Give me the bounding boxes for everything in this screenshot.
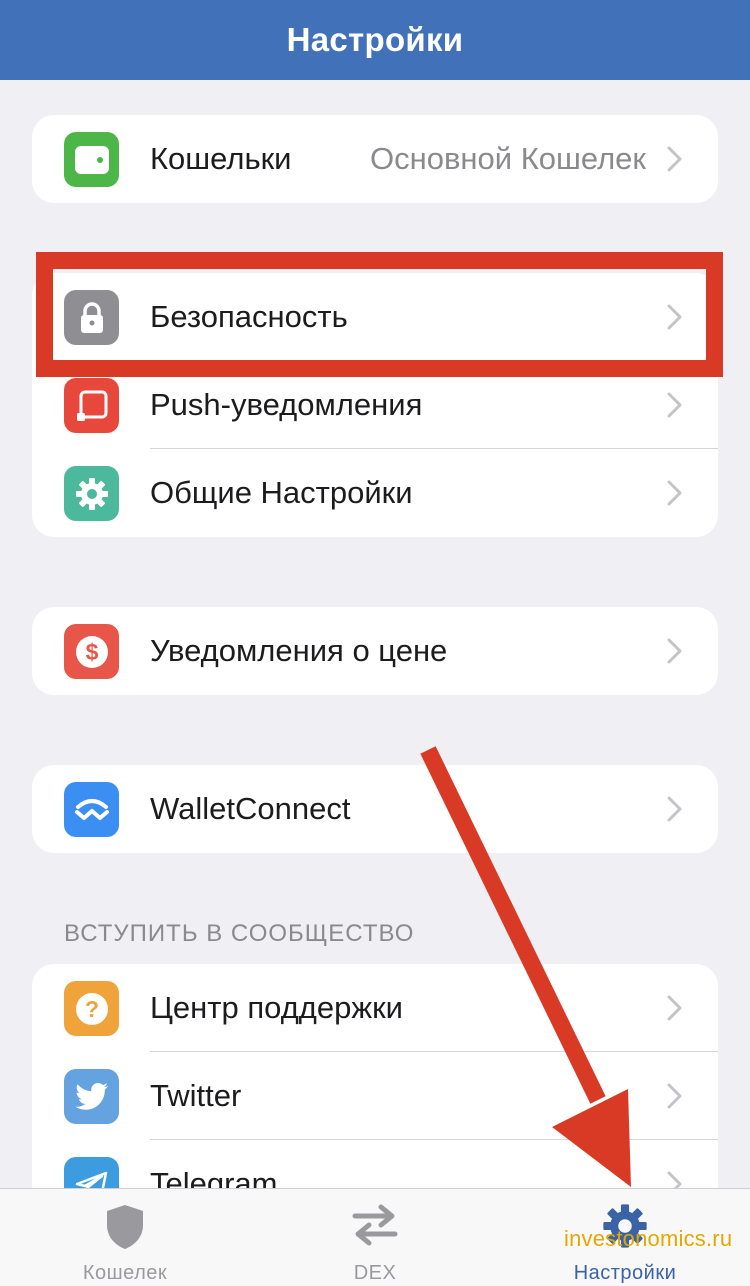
chevron-right-icon <box>667 146 682 172</box>
tab-settings-label: Настройки <box>573 1262 677 1284</box>
settings-row-walletconnect[interactable]: WalletConnect <box>32 765 718 853</box>
gear-icon <box>64 466 119 521</box>
walletconnect-card: WalletConnect <box>32 765 718 853</box>
push-notification-icon <box>64 378 119 433</box>
support-label: Центр поддержки <box>150 990 403 1025</box>
chevron-right-icon <box>667 638 682 664</box>
nav-header: Настройки <box>0 0 750 80</box>
settings-row-price-alerts[interactable]: $ Уведомления о цене <box>32 607 718 695</box>
twitter-icon <box>64 1069 119 1124</box>
tab-wallet-label: Кошелек <box>82 1262 168 1284</box>
wallet-icon <box>64 132 119 187</box>
chevron-right-icon <box>667 796 682 822</box>
settings-row-support[interactable]: ? Центр поддержки <box>32 964 718 1052</box>
dollar-icon: $ <box>64 624 119 679</box>
swap-arrows-icon <box>352 1204 398 1246</box>
chevron-right-icon <box>667 480 682 506</box>
walletconnect-icon <box>64 782 119 837</box>
svg-text:$: $ <box>85 639 98 665</box>
tab-dex-label: DEX <box>353 1262 397 1284</box>
chevron-right-icon <box>667 1083 682 1109</box>
chevron-right-icon <box>667 392 682 418</box>
price-alerts-label: Уведомления о цене <box>150 633 448 668</box>
svg-text:?: ? <box>84 996 98 1022</box>
settings-row-general[interactable]: Общие Настройки <box>32 449 718 537</box>
tab-wallet[interactable]: Кошелек <box>0 1189 250 1286</box>
watermark: investonomics.ru <box>564 1226 733 1251</box>
wallets-label: Кошельки <box>150 141 292 176</box>
community-card: ? Центр поддержки Twitter Telegram <box>32 964 718 1224</box>
push-label: Push-уведомления <box>150 387 423 422</box>
settings-row-wallets[interactable]: Кошельки Основной Кошелек <box>32 115 718 203</box>
page-title: Настройки <box>286 21 464 58</box>
highlight-frame <box>36 252 723 377</box>
chevron-right-icon <box>667 995 682 1021</box>
price-alerts-card: $ Уведомления о цене <box>32 607 718 695</box>
community-section-header: ВСТУПИТЬ В СООБЩЕСТВО <box>64 920 415 947</box>
walletconnect-label: WalletConnect <box>150 791 351 826</box>
wallets-value: Основной Кошелек <box>369 141 646 176</box>
general-label: Общие Настройки <box>150 475 413 510</box>
help-icon: ? <box>64 981 119 1036</box>
wallets-card: Кошельки Основной Кошелек <box>32 115 718 203</box>
settings-row-twitter[interactable]: Twitter <box>32 1052 718 1140</box>
shield-icon <box>107 1205 143 1249</box>
twitter-label: Twitter <box>150 1078 242 1113</box>
tab-dex[interactable]: DEX <box>250 1189 500 1286</box>
